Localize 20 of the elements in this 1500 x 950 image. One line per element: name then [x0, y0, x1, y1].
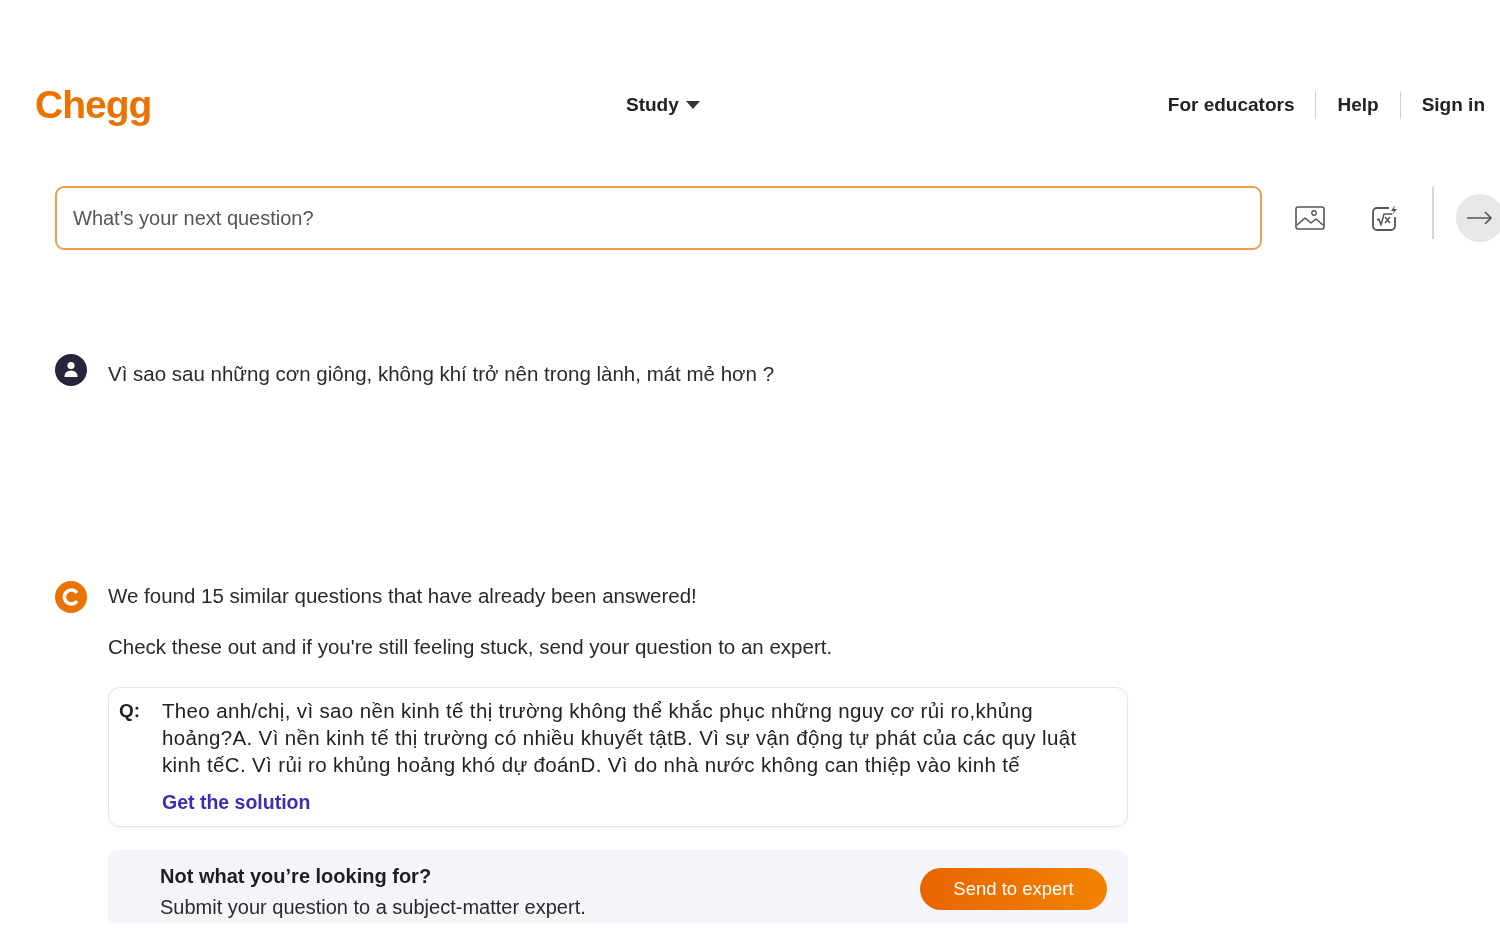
message-text: We found 15 similar questions that have already been answered!	[108, 583, 697, 609]
question-label: Q:	[119, 699, 142, 723]
solution-link[interactable]: Get the solution	[162, 790, 311, 814]
user-avatar-icon	[55, 354, 87, 386]
study-menu[interactable]: Study	[626, 92, 700, 118]
nav-link[interactable]: Sign in	[1421, 92, 1485, 118]
arrow-right-icon	[1467, 211, 1493, 225]
math-formula-icon[interactable]	[1370, 204, 1398, 232]
nav-link[interactable]: Help	[1337, 92, 1379, 118]
c-logo-icon	[55, 581, 87, 613]
nav-link[interactable]: For educators	[1167, 92, 1295, 118]
message-text: Vì sao sau những cơn giông, không khí trở nên trong lành, mát mẻ hơn ?	[108, 361, 775, 387]
search-field[interactable]: What's your next question?	[55, 186, 1262, 250]
expert-prompt-subtitle: Submit your question to a subject-matter expert.	[160, 895, 586, 920]
submit-button[interactable]	[1456, 194, 1500, 242]
message-text: Check these out and if you're still feeling stuck, send your question to an expert.	[108, 634, 833, 660]
caret-icon	[685, 101, 700, 109]
image-icon[interactable]	[1295, 206, 1325, 230]
expert-prompt-title: Not what you’re looking for?	[160, 864, 433, 889]
question-text: Theo anh/chị, vì sao nền kinh tế thị trường không thể khắc phục những nguy cơ rủi ro,khủng hoảng?A. Vì nền kinh tế thị trường có nhiều khuyết tậtB. Vì sự vận động tự phát của các quy luật kinh tếC. Vì rủi ro khủng hoảng khó dự đoánD. Vì do nhà nước không can thiệp vào kinh tế	[162, 698, 1078, 778]
